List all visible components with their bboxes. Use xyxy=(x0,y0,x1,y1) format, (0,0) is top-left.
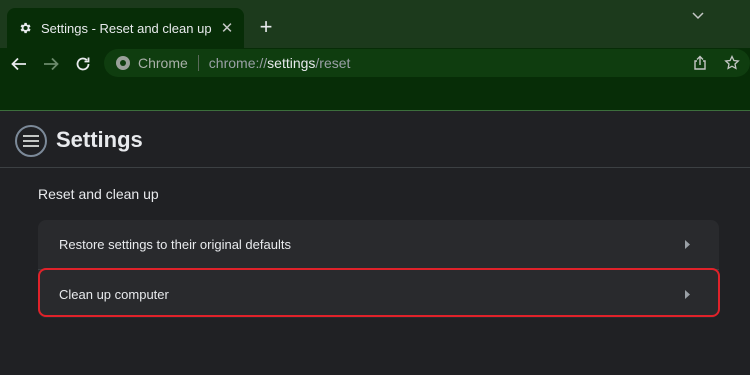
chrome-logo-icon xyxy=(116,56,130,70)
tab-strip: Settings - Reset and clean up ✕ + xyxy=(0,0,750,48)
share-icon[interactable] xyxy=(686,49,714,77)
close-icon[interactable]: ✕ xyxy=(216,17,238,39)
bookmark-star-icon[interactable] xyxy=(718,49,746,77)
chevron-right-icon xyxy=(682,288,694,300)
omnibox-actions xyxy=(686,49,750,77)
row-label: Restore settings to their original defau… xyxy=(59,237,291,252)
tab-title: Settings - Reset and clean up xyxy=(41,20,212,36)
back-arrow-icon xyxy=(11,57,26,71)
reload-button[interactable] xyxy=(70,51,96,77)
hamburger-menu-icon xyxy=(23,135,39,147)
url-text[interactable]: chrome://settings/reset xyxy=(209,55,351,71)
forward-button[interactable] xyxy=(38,51,64,77)
clean-up-computer-row[interactable]: Clean up computer xyxy=(38,269,719,318)
settings-card: Restore settings to their original defau… xyxy=(38,220,719,318)
section-title: Reset and clean up xyxy=(38,186,159,202)
tab-settings[interactable]: Settings - Reset and clean up ✕ xyxy=(7,8,244,48)
url-scheme: chrome:// xyxy=(208,55,268,71)
new-tab-button[interactable]: + xyxy=(252,13,280,41)
gear-icon xyxy=(20,22,31,34)
page-title: Settings xyxy=(56,127,143,152)
main-menu-button[interactable] xyxy=(15,125,47,157)
url-path: /reset xyxy=(315,55,351,71)
separator xyxy=(197,55,199,71)
address-bar[interactable]: Chrome chrome://settings/reset xyxy=(104,49,750,77)
row-label: Clean up computer xyxy=(59,286,169,302)
reload-icon xyxy=(76,57,90,71)
back-button[interactable] xyxy=(6,51,32,77)
settings-header: Settings xyxy=(0,111,750,168)
restore-defaults-row[interactable]: Restore settings to their original defau… xyxy=(38,220,719,269)
url-host: settings xyxy=(267,55,316,71)
chevron-right-icon xyxy=(682,239,694,251)
site-chip[interactable]: Chrome xyxy=(138,55,188,71)
toolbar: Chrome chrome://settings/reset xyxy=(0,48,750,111)
chevron-down-icon[interactable] xyxy=(686,4,710,28)
forward-arrow-icon xyxy=(44,57,59,71)
